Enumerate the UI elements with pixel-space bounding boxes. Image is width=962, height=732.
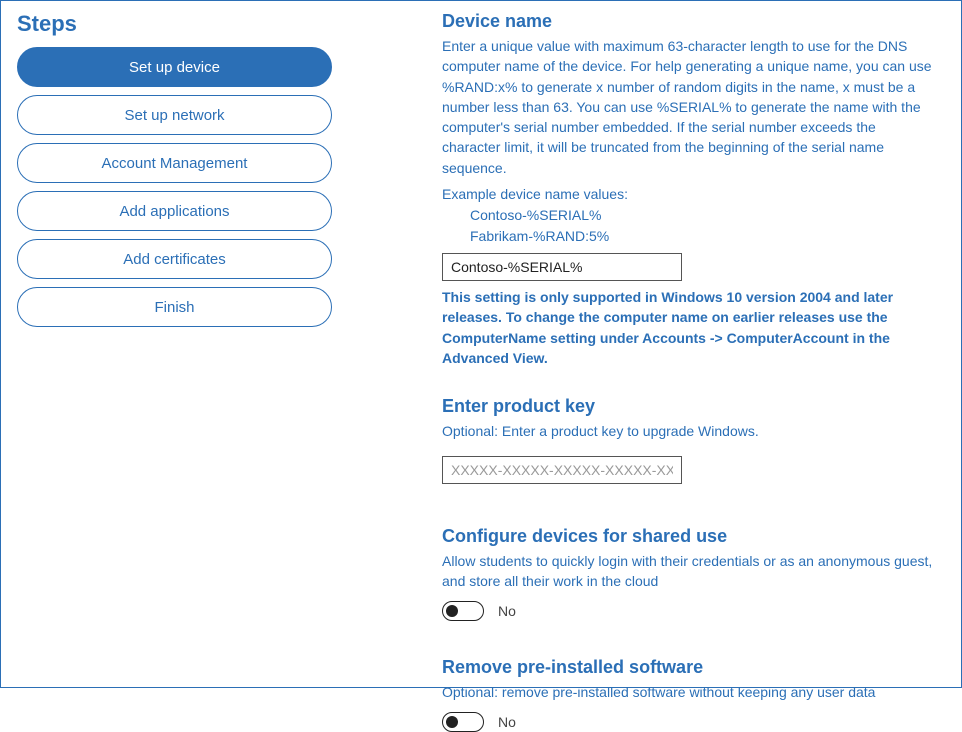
step-label: Finish xyxy=(154,299,194,316)
remove-software-title: Remove pre-installed software xyxy=(442,657,935,678)
product-key-input[interactable] xyxy=(442,456,682,484)
device-name-input[interactable] xyxy=(442,253,682,281)
steps-sidebar: Steps Set up device Set up network Accou… xyxy=(17,11,332,677)
example-label: Example device name values: xyxy=(442,186,935,202)
shared-use-toggle-label: No xyxy=(498,603,516,619)
remove-software-desc: Optional: remove pre-installed software … xyxy=(442,682,935,702)
shared-use-section: Configure devices for shared use Allow s… xyxy=(442,526,935,622)
example-value-1: Contoso-%SERIAL% xyxy=(470,205,935,226)
step-label: Add certificates xyxy=(123,251,226,268)
steps-title: Steps xyxy=(17,11,332,37)
device-name-desc: Enter a unique value with maximum 63-cha… xyxy=(442,36,935,178)
remove-software-toggle[interactable] xyxy=(442,712,484,732)
example-value-2: Fabrikam-%RAND:5% xyxy=(470,226,935,247)
step-add-certificates[interactable]: Add certificates xyxy=(17,239,332,279)
main-content: Device name Enter a unique value with ma… xyxy=(442,11,945,677)
step-label: Set up network xyxy=(124,107,224,124)
product-key-title: Enter product key xyxy=(442,396,935,417)
device-name-section: Device name Enter a unique value with ma… xyxy=(442,11,935,368)
step-set-up-network[interactable]: Set up network xyxy=(17,95,332,135)
remove-software-section: Remove pre-installed software Optional: … xyxy=(442,657,935,732)
remove-software-toggle-label: No xyxy=(498,714,516,730)
shared-use-desc: Allow students to quickly login with the… xyxy=(442,551,935,592)
shared-use-toggle[interactable] xyxy=(442,601,484,621)
device-name-title: Device name xyxy=(442,11,935,32)
step-set-up-device[interactable]: Set up device xyxy=(17,47,332,87)
step-account-management[interactable]: Account Management xyxy=(17,143,332,183)
device-name-note: This setting is only supported in Window… xyxy=(442,287,935,368)
step-label: Account Management xyxy=(102,155,248,172)
product-key-section: Enter product key Optional: Enter a prod… xyxy=(442,396,935,489)
shared-use-title: Configure devices for shared use xyxy=(442,526,935,547)
toggle-knob-icon xyxy=(446,716,458,728)
remove-software-toggle-row: No xyxy=(442,712,935,732)
step-label: Add applications xyxy=(119,203,229,220)
shared-use-toggle-row: No xyxy=(442,601,935,621)
product-key-desc: Optional: Enter a product key to upgrade… xyxy=(442,421,935,441)
step-finish[interactable]: Finish xyxy=(17,287,332,327)
toggle-knob-icon xyxy=(446,605,458,617)
step-add-applications[interactable]: Add applications xyxy=(17,191,332,231)
step-label: Set up device xyxy=(129,59,220,76)
